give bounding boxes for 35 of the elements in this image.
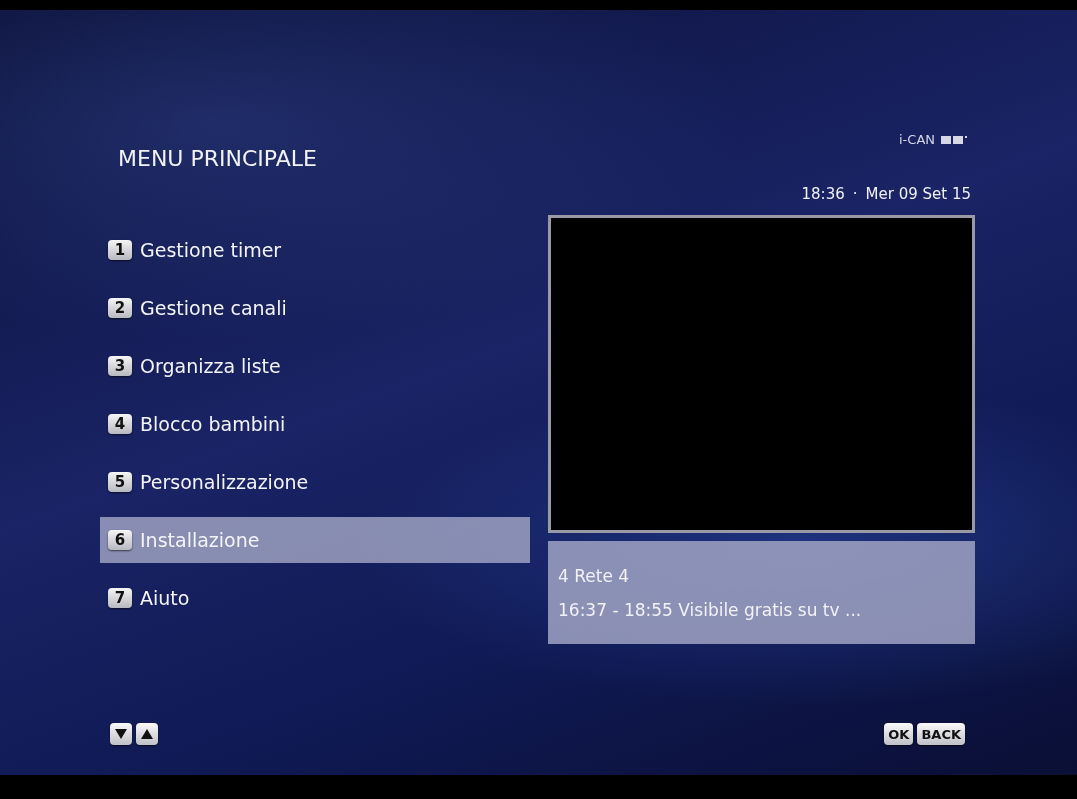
number-key: 1	[108, 240, 132, 260]
number-key: 4	[108, 414, 132, 434]
down-triangle-icon	[115, 729, 127, 739]
menu-label: Personalizzazione	[140, 471, 309, 493]
menu-item[interactable]: 6 Installazione	[100, 517, 530, 563]
brand-name: i-CAN	[899, 132, 935, 147]
menu-label: Organizza liste	[140, 355, 281, 377]
menu-item[interactable]: 5 Personalizzazione	[100, 459, 530, 505]
channel-name: 4 Rete 4	[558, 565, 631, 586]
program-info: 16:37 - 18:55 Visibile gratis su tv ...	[558, 599, 863, 620]
menu-label: Gestione canali	[140, 297, 287, 319]
number-key: 3	[108, 356, 132, 376]
clock-date: Mer 09 Set 15	[865, 185, 971, 203]
down-key[interactable]	[110, 723, 132, 745]
menu-label: Installazione	[140, 529, 260, 551]
remote-key[interactable]: OK	[884, 723, 914, 745]
menu-label: Aiuto	[140, 587, 190, 609]
menu-item[interactable]: 2 Gestione canali	[100, 285, 530, 331]
up-key[interactable]	[136, 723, 158, 745]
up-triangle-icon	[141, 729, 153, 739]
number-key: 6	[108, 530, 132, 550]
logo-icon	[941, 134, 967, 145]
menu-item[interactable]: 1 Gestione timer	[100, 227, 530, 273]
number-key: 5	[108, 472, 132, 492]
menu-label: Gestione timer	[140, 239, 282, 261]
remote-key[interactable]: BACK	[917, 723, 965, 745]
menu-item[interactable]: 3 Organizza liste	[100, 343, 530, 389]
menu-item[interactable]: 7 Aiuto	[100, 575, 530, 621]
menu-label: Blocco bambini	[140, 413, 286, 435]
separator-dot: ·	[852, 185, 858, 203]
number-key: 7	[108, 588, 132, 608]
menu-title: MENU PRINCIPALE	[118, 146, 317, 171]
number-key: 2	[108, 298, 132, 318]
clock-time: 18:36	[801, 185, 845, 203]
menu-item[interactable]: 4 Blocco bambini	[100, 401, 530, 447]
